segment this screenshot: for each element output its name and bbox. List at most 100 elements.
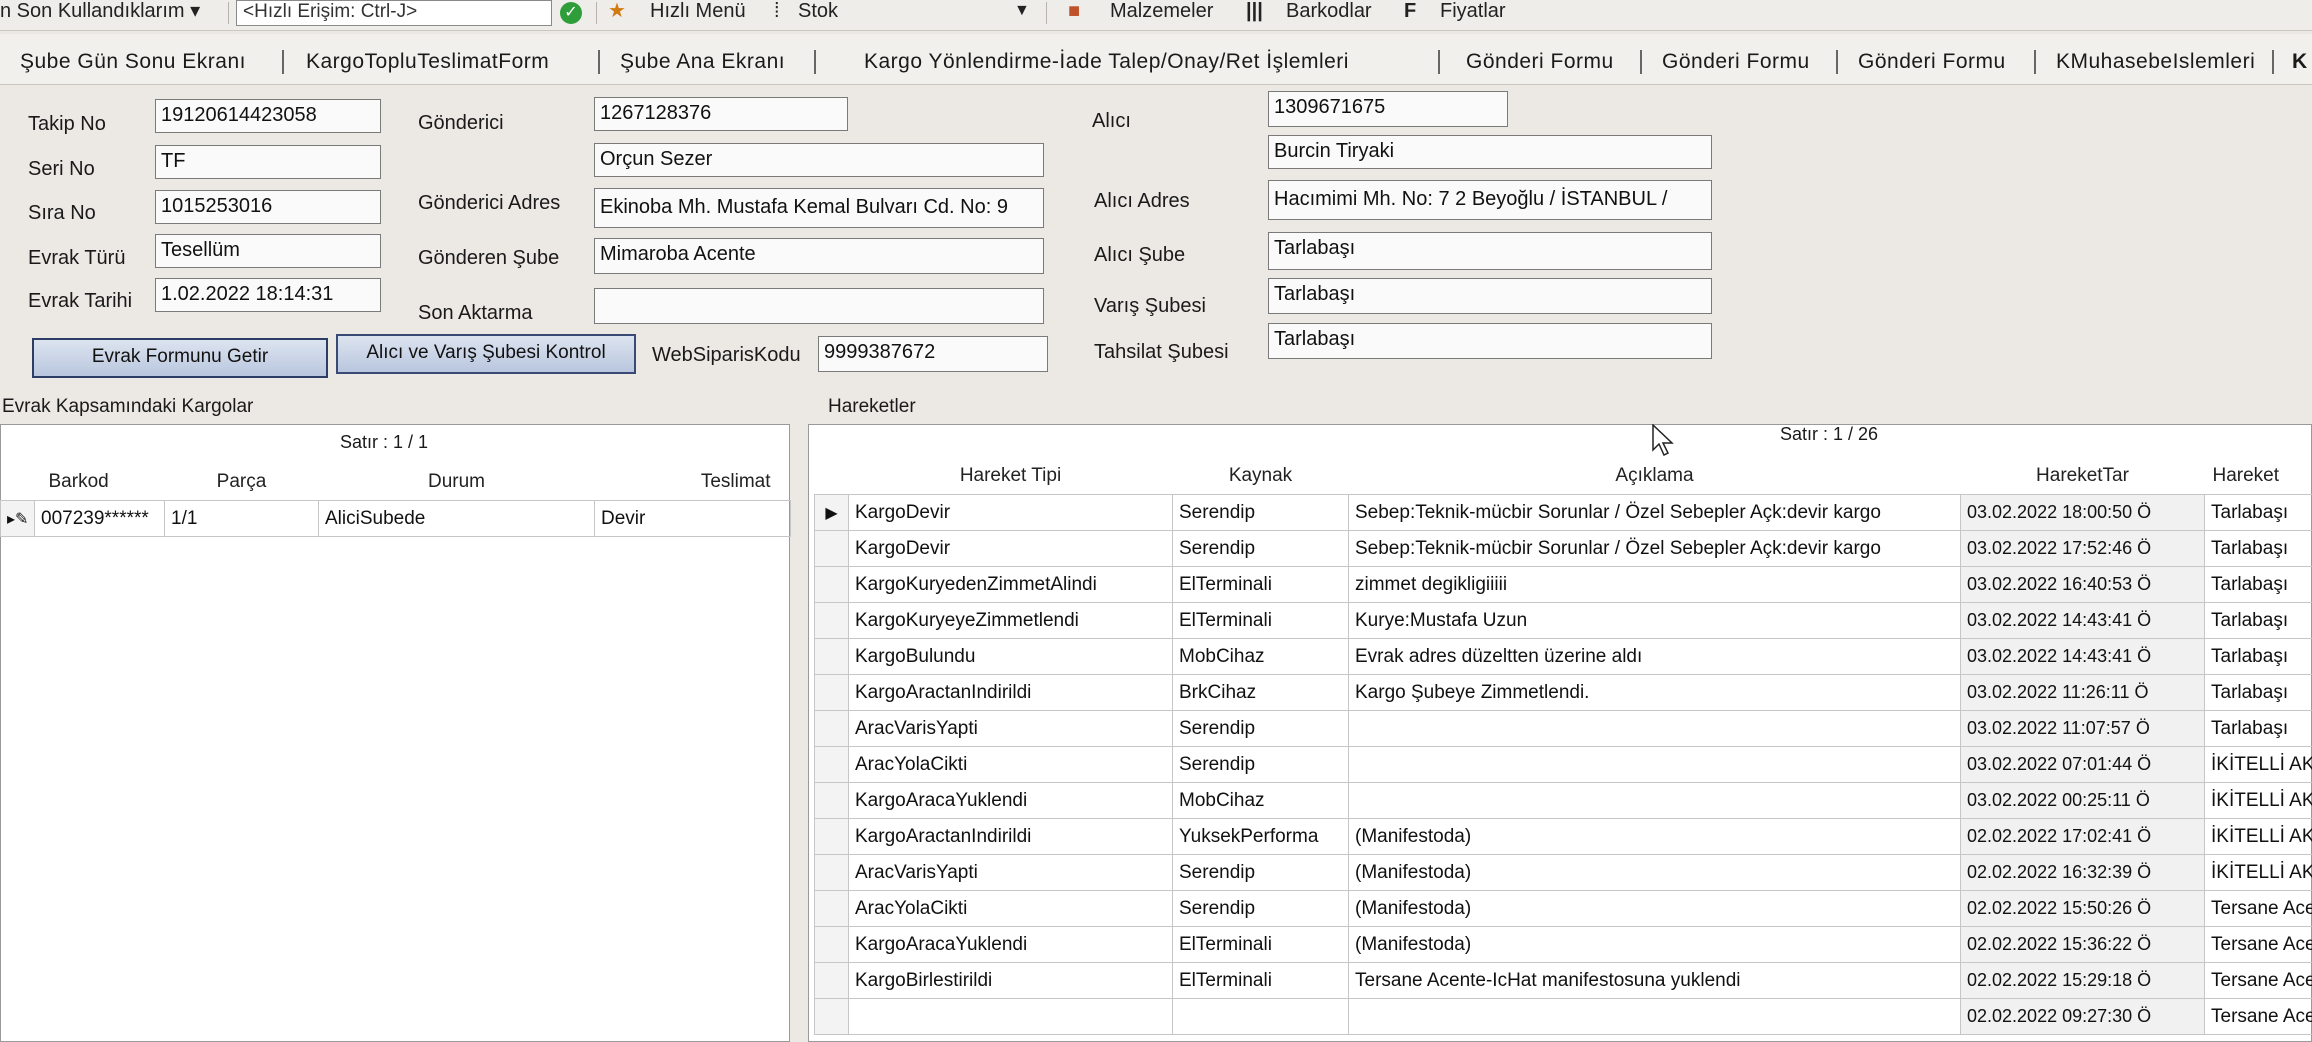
tab-gonderi-formu-1[interactable]: Gönderi Formu xyxy=(1466,42,1614,82)
hareket-tipi-cell[interactable]: KargoKuryeyeZimmetlendi xyxy=(848,602,1173,639)
durum-cell[interactable]: AliciSubede xyxy=(318,500,595,537)
column-header-parca[interactable]: Parça xyxy=(165,464,319,501)
hareket-tipi-cell[interactable]: KargoAracaYuklendi xyxy=(848,782,1173,819)
table-row[interactable]: ▶ KargoDevir Serendip Sebep:Teknik-mücbir S… xyxy=(814,494,2312,531)
hareket-tipi-cell[interactable]: KargoKuryedenZimmetAlindi xyxy=(848,566,1173,603)
evrak-formunu-getir-button[interactable]: Evrak Formunu Getir xyxy=(32,338,328,378)
kaynak-cell[interactable]: ElTerminali xyxy=(1172,926,1349,963)
aciklama-cell[interactable] xyxy=(1348,746,1961,783)
table-row[interactable]: KargoBulundu MobCihaz Evrak adres düzeltte… xyxy=(814,638,2312,675)
hareket-tipi-cell[interactable]: AracYolaCikti xyxy=(848,890,1173,927)
table-row[interactable]: 02.02.2022 09:27:30 Ö Tersane Ace xyxy=(814,998,2312,1035)
evrak-turu-field[interactable]: Tesellüm xyxy=(155,234,381,268)
column-header-hareket-tipi[interactable]: Hareket Tipi xyxy=(849,458,1173,495)
aciklama-cell[interactable] xyxy=(1348,782,1961,819)
hareket-tarihi-cell[interactable]: 03.02.2022 14:43:41 Ö xyxy=(1960,602,2205,639)
row-selector[interactable] xyxy=(814,782,849,819)
column-header-hareket-yeri[interactable]: Hareket xyxy=(2205,458,2312,495)
hareket-tipi-cell[interactable]: KargoDevir xyxy=(848,530,1173,567)
quick-access-input[interactable]: <Hızlı Erişim: Ctrl-J> xyxy=(236,0,552,26)
table-row[interactable]: KargoKuryedenZimmetAlindi ElTerminali zimm… xyxy=(814,566,2312,603)
kaynak-cell[interactable]: Serendip xyxy=(1172,890,1349,927)
hareket-tarihi-cell[interactable]: 02.02.2022 09:27:30 Ö xyxy=(1960,998,2205,1035)
materials-button[interactable]: Malzemeler xyxy=(1110,0,1213,22)
barcodes-button[interactable]: Barkodlar xyxy=(1286,0,1372,22)
tab-k-active[interactable]: K xyxy=(2292,42,2308,82)
kaynak-cell[interactable]: ElTerminali xyxy=(1172,962,1349,999)
kaynak-cell[interactable]: MobCihaz xyxy=(1172,782,1349,819)
aciklama-cell[interactable]: Kurye:Mustafa Uzun xyxy=(1348,602,1961,639)
aciklama-cell[interactable]: Tersane Acente-IcHat manifestosuna yukle… xyxy=(1348,962,1961,999)
hareket-tipi-cell[interactable]: AracVarisYapti xyxy=(848,854,1173,891)
tab-kmuhasebe-islemleri[interactable]: KMuhasebeIslemleri xyxy=(2056,42,2255,82)
aciklama-cell[interactable] xyxy=(1348,998,1961,1035)
gonderen-sube-field[interactable]: Mimaroba Acente xyxy=(594,238,1044,274)
kaynak-cell[interactable]: BrkCihaz xyxy=(1172,674,1349,711)
hareket-tarihi-cell[interactable]: 03.02.2022 18:00:50 Ö xyxy=(1960,494,2205,531)
hareket-yeri-cell[interactable]: Tarlabaşı xyxy=(2204,602,2312,639)
seri-no-field[interactable]: TF xyxy=(155,145,381,179)
teslimat-cell[interactable]: Devir xyxy=(594,500,791,537)
table-row[interactable]: KargoAracaYuklendi MobCihaz 03.02.2022 00:… xyxy=(814,782,2312,819)
kaynak-cell[interactable]: Serendip xyxy=(1172,530,1349,567)
column-header-aciklama[interactable]: Açıklama xyxy=(1349,458,1961,495)
barkod-cell[interactable]: 007239****** xyxy=(34,500,165,537)
hareket-tarihi-cell[interactable]: 02.02.2022 15:29:18 Ö xyxy=(1960,962,2205,999)
hareket-tarihi-cell[interactable]: 03.02.2022 07:01:44 Ö xyxy=(1960,746,2205,783)
row-selector[interactable] xyxy=(814,638,849,675)
kaynak-cell[interactable]: Serendip xyxy=(1172,746,1349,783)
row-selector[interactable] xyxy=(814,998,849,1035)
tahsilat-subesi-field[interactable]: Tarlabaşı xyxy=(1268,323,1712,359)
hareket-tipi-cell[interactable]: AracVarisYapti xyxy=(848,710,1173,747)
row-selector[interactable] xyxy=(814,926,849,963)
table-row[interactable]: AracVarisYapti Serendip (Manifestoda) 02.02… xyxy=(814,854,2312,891)
go-check-icon[interactable]: ✓ xyxy=(560,2,582,24)
son-aktarma-field[interactable] xyxy=(594,288,1044,324)
hareket-yeri-cell[interactable]: Tarlabaşı xyxy=(2204,710,2312,747)
table-row[interactable]: ▸✎ 007239****** 1/1 AliciSubede Devir xyxy=(0,500,791,537)
hareket-tarihi-cell[interactable]: 02.02.2022 17:02:41 Ö xyxy=(1960,818,2205,855)
takip-no-field[interactable]: 19120614423058 xyxy=(155,99,381,133)
hareket-yeri-cell[interactable]: Tarlabaşı xyxy=(2204,674,2312,711)
column-header-durum[interactable]: Durum xyxy=(319,464,595,501)
tab-kargo-toplu-teslimat[interactable]: KargoTopluTeslimatForm xyxy=(306,42,549,82)
hareket-yeri-cell[interactable]: İKİTELLİ AK xyxy=(2204,782,2312,819)
hareket-yeri-cell[interactable]: Tarlabaşı xyxy=(2204,494,2312,531)
hareket-yeri-cell[interactable]: Tersane Ace xyxy=(2204,998,2312,1035)
row-selector[interactable] xyxy=(814,962,849,999)
aciklama-cell[interactable]: (Manifestoda) xyxy=(1348,854,1961,891)
alici-id-field[interactable]: 1309671675 xyxy=(1268,91,1508,127)
hareket-tarihi-cell[interactable]: 02.02.2022 15:36:22 Ö xyxy=(1960,926,2205,963)
hareket-tipi-cell[interactable]: AracYolaCikti xyxy=(848,746,1173,783)
column-header-hareket-tarihi[interactable]: HareketTar xyxy=(1961,458,2205,495)
row-selector[interactable] xyxy=(814,890,849,927)
aciklama-cell[interactable]: Kargo Şubeye Zimmetlendi. xyxy=(1348,674,1961,711)
current-row-arrow-icon[interactable]: ▶ xyxy=(814,494,849,531)
hareket-tipi-cell[interactable]: KargoDevir xyxy=(848,494,1173,531)
aciklama-cell[interactable]: (Manifestoda) xyxy=(1348,818,1961,855)
kaynak-cell[interactable]: MobCihaz xyxy=(1172,638,1349,675)
hareket-tarihi-cell[interactable]: 03.02.2022 00:25:11 Ö xyxy=(1960,782,2205,819)
column-header-barkod[interactable]: Barkod xyxy=(35,464,165,501)
hareket-tipi-cell[interactable]: KargoAracaYuklendi xyxy=(848,926,1173,963)
kaynak-cell[interactable]: ElTerminali xyxy=(1172,566,1349,603)
table-row[interactable]: KargoBirlestirildi ElTerminali Tersane Ace… xyxy=(814,962,2312,999)
quick-menu-button[interactable]: Hızlı Menü xyxy=(650,0,746,22)
alici-varis-kontrol-button[interactable]: Alıcı ve Varış Şubesi Kontrol xyxy=(336,334,636,374)
table-row[interactable]: KargoKuryeyeZimmetlendi ElTerminali Kurye:… xyxy=(814,602,2312,639)
table-row[interactable]: AracYolaCikti Serendip 03.02.2022 07:01:44… xyxy=(814,746,2312,783)
table-row[interactable]: AracYolaCikti Serendip (Manifestoda) 02.02.… xyxy=(814,890,2312,927)
hareket-tarihi-cell[interactable]: 02.02.2022 16:32:39 Ö xyxy=(1960,854,2205,891)
kaynak-cell[interactable]: ElTerminali xyxy=(1172,602,1349,639)
hareket-yeri-cell[interactable]: İKİTELLİ AK xyxy=(2204,746,2312,783)
column-header-teslimat[interactable]: Teslimat xyxy=(595,464,791,501)
aciklama-cell[interactable]: zimmet degikligiiiii xyxy=(1348,566,1961,603)
hareket-tarihi-cell[interactable]: 03.02.2022 17:52:46 Ö xyxy=(1960,530,2205,567)
tab-sube-ana-ekrani[interactable]: Şube Ana Ekranı xyxy=(620,42,785,82)
aciklama-cell[interactable]: Sebep:Teknik-mücbir Sorunlar / Özel Sebe… xyxy=(1348,494,1961,531)
hareket-yeri-cell[interactable]: İKİTELLİ AK xyxy=(2204,818,2312,855)
row-selector[interactable] xyxy=(814,602,849,639)
aciklama-cell[interactable] xyxy=(1348,710,1961,747)
hareket-yeri-cell[interactable]: Tersane Ace xyxy=(2204,890,2312,927)
hareket-yeri-cell[interactable]: Tersane Ace xyxy=(2204,926,2312,963)
